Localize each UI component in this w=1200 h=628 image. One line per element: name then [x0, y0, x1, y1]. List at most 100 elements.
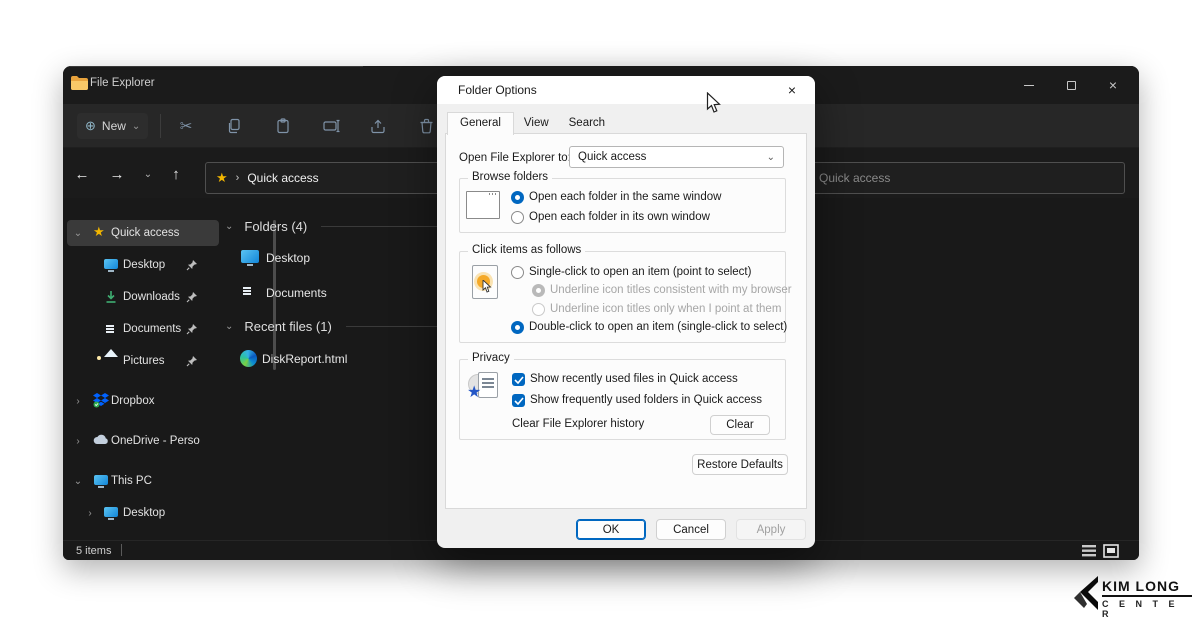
radio-underline-point[interactable] [532, 303, 545, 316]
click-pointer-icon [472, 265, 498, 299]
restore-defaults-button[interactable]: Restore Defaults [692, 454, 788, 475]
ok-button[interactable]: OK [576, 519, 646, 540]
paste-button[interactable] [271, 114, 295, 138]
clear-history-label: Clear File Explorer history [512, 418, 644, 430]
up-button[interactable]: ↑ [163, 161, 189, 187]
details-view-button[interactable] [1081, 544, 1097, 558]
folder-item-documents[interactable]: Documents [225, 282, 425, 304]
sidebar-item-desktop[interactable]: Desktop [67, 252, 219, 278]
radio-double-click[interactable] [511, 321, 524, 334]
search-placeholder-text: Quick access [819, 171, 890, 185]
radio-underline-consistent-label: Underline icon titles consistent with my… [550, 284, 792, 296]
this-pc-icon [93, 473, 109, 489]
sidebar-item-this-pc[interactable]: ⌄ This PC [67, 468, 219, 494]
forward-button[interactable]: → [104, 161, 130, 187]
pin-icon [186, 323, 198, 335]
apply-button[interactable]: Apply [736, 519, 806, 540]
sidebar-item-quick-access[interactable]: ⌄ ★ Quick access [67, 220, 219, 246]
folder-icon [71, 76, 88, 90]
folder-options-dialog: Folder Options × GeneralViewSearch Open … [437, 76, 815, 548]
new-button-label: New [102, 119, 126, 133]
open-to-dropdown[interactable]: Quick access ⌄ [569, 146, 784, 168]
trash-icon [419, 118, 434, 134]
pictures-icon [103, 354, 119, 370]
clear-button[interactable]: Clear [710, 415, 770, 435]
copy-button[interactable] [222, 114, 246, 138]
sidebar-item-label: OneDrive - Perso [111, 435, 200, 447]
checkbox-recent-files[interactable] [512, 373, 525, 386]
pin-icon [186, 291, 198, 303]
general-tab-page: Open File Explorer to: Quick access ⌄ Br… [445, 133, 807, 509]
chevron-down-icon: ⌄ [71, 476, 85, 487]
up-icon: ↑ [172, 166, 180, 183]
toolbar-divider [160, 114, 161, 138]
sidebar-item-dropbox[interactable]: › Dropbox [67, 388, 219, 414]
dialog-close-button[interactable]: × [781, 80, 803, 100]
chevron-right-icon: › [71, 436, 85, 447]
chevron-right-icon: › [83, 508, 97, 519]
sidebar-item-onedrive[interactable]: › OneDrive - Perso [67, 428, 219, 454]
click-items-group: Click items as follows Single-click to o… [459, 251, 786, 343]
tab-search[interactable]: Search [559, 113, 615, 132]
window-outline-icon [466, 191, 500, 219]
plus-circle-icon: ⊕ [85, 118, 96, 134]
breadcrumb-location: Quick access [247, 171, 318, 185]
checkbox-frequent-folders-label: Show frequently used folders in Quick ac… [530, 394, 762, 406]
radio-own-window[interactable] [511, 211, 524, 224]
onedrive-cloud-icon [93, 434, 109, 450]
radio-single-click[interactable] [511, 266, 524, 279]
folder-item-label: Documents [266, 286, 327, 300]
kim-long-center-logo: KIM LONG C E N T E R [1074, 574, 1192, 620]
forward-icon: → [110, 166, 125, 183]
open-to-value: Quick access [578, 151, 646, 163]
recent-file-diskreport[interactable]: DiskReport.html [225, 348, 445, 370]
check-icon [514, 397, 524, 405]
folder-item-desktop[interactable]: Desktop [225, 247, 425, 269]
chevron-down-icon: ⌄ [132, 121, 140, 132]
sidebar-item-downloads[interactable]: Downloads [67, 284, 219, 310]
items-count: 5 items [76, 545, 111, 557]
new-button[interactable]: ⊕ New ⌄ [77, 113, 148, 139]
sidebar-item-documents[interactable]: Documents [67, 316, 219, 342]
cut-button[interactable]: ✂ [174, 114, 198, 138]
open-to-label: Open File Explorer to: [459, 152, 571, 164]
rename-button[interactable] [319, 114, 343, 138]
sidebar-item-this-pc-desktop[interactable]: › Desktop [67, 500, 219, 526]
minimize-button[interactable] [1009, 72, 1049, 98]
radio-single-click-label: Single-click to open an item (point to s… [529, 266, 751, 278]
radio-same-window[interactable] [511, 191, 524, 204]
rename-icon [323, 118, 340, 134]
radio-underline-consistent[interactable] [532, 284, 545, 297]
delete-button[interactable] [414, 114, 438, 138]
tab-view[interactable]: View [514, 113, 559, 132]
recent-locations-button[interactable]: ⌄ [135, 161, 161, 187]
share-button[interactable] [366, 114, 390, 138]
sidebar-item-label: Downloads [123, 291, 180, 303]
check-icon [514, 376, 524, 384]
cut-icon: ✂ [180, 117, 193, 135]
thumbnail-view-button[interactable] [1103, 544, 1119, 558]
desktop-icon [103, 257, 119, 273]
back-button[interactable]: ← [69, 161, 95, 187]
back-icon: ← [75, 166, 90, 183]
folder-item-label: Desktop [266, 251, 310, 265]
chevron-down-icon: ⌄ [144, 169, 152, 180]
logo-chevron-icon [1074, 576, 1100, 616]
desktop-icon [103, 505, 119, 521]
sidebar-item-pictures[interactable]: Pictures [67, 348, 219, 374]
sidebar-item-label: Documents [123, 323, 181, 335]
checkbox-frequent-folders[interactable] [512, 394, 525, 407]
recent-file-label: DiskReport.html [262, 352, 347, 366]
sidebar-item-label: Quick access [111, 227, 179, 239]
chevron-down-icon: ⌄ [225, 221, 233, 232]
chevron-right-icon: › [71, 396, 85, 407]
chevron-down-icon: ⌄ [225, 321, 233, 332]
cancel-button[interactable]: Cancel [656, 519, 726, 540]
privacy-title: Privacy [468, 352, 514, 364]
recent-files-header-label: Recent files (1) [244, 319, 331, 334]
close-button[interactable]: × [1093, 72, 1133, 98]
maximize-button[interactable] [1051, 72, 1091, 98]
dialog-tabs: GeneralViewSearch [447, 112, 615, 134]
radio-underline-point-label: Underline icon titles only when I point … [550, 303, 781, 315]
tab-general[interactable]: General [447, 112, 514, 135]
